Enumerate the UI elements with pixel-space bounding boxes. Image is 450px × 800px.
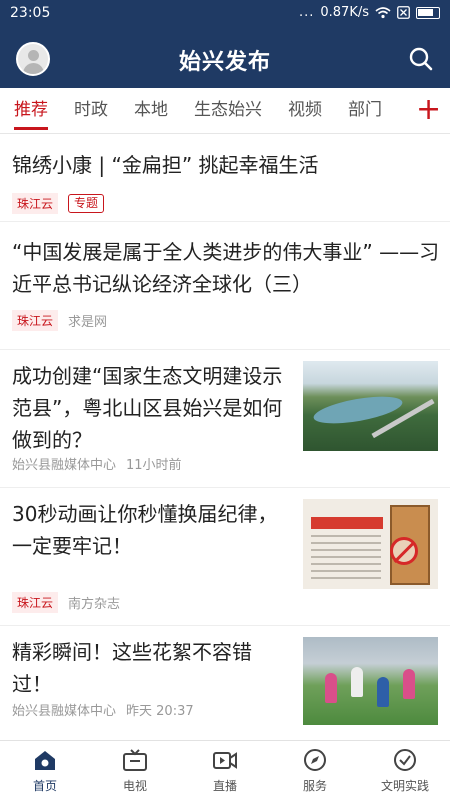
publish-time: 11小时前 <box>126 458 182 473</box>
civilization-practice-icon <box>394 749 416 771</box>
live-video-icon <box>213 752 237 769</box>
status-indicators: ... 0.87K/s <box>299 5 440 20</box>
nav-civilization-practice[interactable]: 文明实践 <box>360 741 450 800</box>
news-meta: 珠江云 南方杂志 <box>12 592 120 613</box>
add-channel-icon[interactable]: + <box>416 93 441 127</box>
tv-icon <box>123 749 147 771</box>
news-meta: 珠江云 专题 <box>12 193 105 214</box>
publish-time: 昨天 20:37 <box>126 704 194 719</box>
nav-label: 服务 <box>302 779 327 793</box>
source: 始兴县融媒体中心 <box>12 458 117 473</box>
soccer-game-image[interactable] <box>303 637 438 725</box>
wifi-icon <box>375 6 391 18</box>
news-item[interactable]: 30秒动画让你秒懂换届纪律，一定要牢记！ 珠江云 南方杂志 <box>0 488 450 626</box>
source-tag: 珠江云 <box>12 310 59 331</box>
tab-departments[interactable]: 部门 <box>348 88 382 134</box>
topic-badge: 专题 <box>68 194 105 213</box>
bottom-nav: 首页 电视 直播 服务 文明实践 <box>0 740 450 800</box>
news-feed[interactable]: 锦绣小康 | “金扁担” 挑起幸福生活 珠江云 专题 “中国发展是属于全人类进步… <box>0 135 450 764</box>
home-icon <box>35 751 55 770</box>
source-tag: 珠江云 <box>12 193 59 214</box>
tab-video[interactable]: 视频 <box>288 88 322 134</box>
battery-icon <box>416 6 440 19</box>
status-dots: ... <box>298 5 315 20</box>
news-meta: 始兴县融媒体中心 11小时前 <box>12 454 182 473</box>
source-tag: 珠江云 <box>12 592 59 613</box>
search-icon[interactable] <box>408 46 434 72</box>
nav-label: 直播 <box>212 779 237 793</box>
news-item[interactable]: 锦绣小康 | “金扁担” 挑起幸福生活 珠江云 专题 <box>0 135 450 222</box>
news-item[interactable]: 成功创建“国家生态文明建设示范县”，粤北山区县始兴是如何做到的？ 始兴县融媒体中… <box>0 350 450 488</box>
discipline-cartoon-image[interactable] <box>303 499 438 589</box>
status-bar: 23:05 ... 0.87K/s <box>0 0 450 28</box>
tab-local[interactable]: 本地 <box>134 88 168 134</box>
network-speed: 0.87K/s <box>320 5 369 20</box>
news-item[interactable]: “中国发展是属于全人类进步的伟大事业” ——习近平总书记纵论经济全球化（三） 珠… <box>0 222 450 350</box>
source: 始兴县融媒体中心 <box>12 704 117 719</box>
nav-live[interactable]: 直播 <box>180 741 270 800</box>
publisher: 南方杂志 <box>68 597 121 612</box>
nav-service[interactable]: 服务 <box>270 741 360 800</box>
news-title[interactable]: “中国发展是属于全人类进步的伟大事业” ——习近平总书记纵论经济全球化（三） <box>12 236 440 300</box>
status-time: 23:05 <box>10 5 51 21</box>
tab-politics[interactable]: 时政 <box>74 88 108 134</box>
channel-tabs: 推荐 时政 本地 生态始兴 视频 部门 <box>0 88 405 134</box>
nav-label: 文明实践 <box>380 779 429 793</box>
landscape-aerial-image[interactable] <box>303 361 438 451</box>
compass-icon <box>304 749 326 771</box>
news-title[interactable]: 30秒动画让你秒懂换届纪律，一定要牢记！ <box>12 498 288 562</box>
tab-ecology[interactable]: 生态始兴 <box>194 88 262 134</box>
news-title[interactable]: 成功创建“国家生态文明建设示范县”，粤北山区县始兴是如何做到的？ <box>12 360 288 456</box>
nav-tv[interactable]: 电视 <box>90 741 180 800</box>
news-meta: 始兴县融媒体中心 昨天 20:37 <box>12 700 194 719</box>
sim-disabled-icon <box>397 6 410 19</box>
nav-label: 首页 <box>32 779 57 793</box>
page-title: 始兴发布 <box>178 50 271 75</box>
nav-label: 电视 <box>122 779 147 793</box>
channel-tab-bar: 推荐 时政 本地 生态始兴 视频 部门 + <box>0 88 450 134</box>
nav-home[interactable]: 首页 <box>0 741 90 800</box>
news-title[interactable]: 锦绣小康 | “金扁担” 挑起幸福生活 <box>12 149 432 181</box>
app-header: 始兴发布 <box>0 28 450 88</box>
news-title[interactable]: 精彩瞬间！这些花絮不容错过！ <box>12 636 288 700</box>
news-meta: 珠江云 求是网 <box>12 310 107 331</box>
publisher: 求是网 <box>68 315 108 330</box>
tab-recommend[interactable]: 推荐 <box>14 88 48 134</box>
